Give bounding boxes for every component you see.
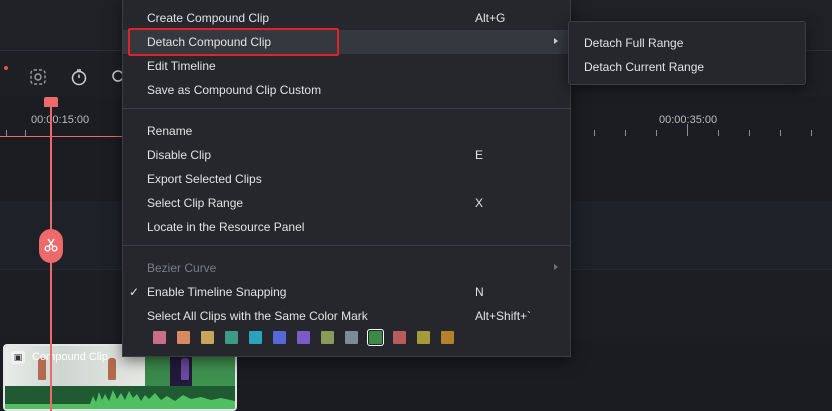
menu-item-bezier-curve: Bezier Curve bbox=[123, 256, 570, 280]
color-mark-swatch[interactable] bbox=[393, 331, 406, 344]
menu-item-label: Edit Timeline bbox=[147, 59, 216, 73]
menu-item-shortcut: N bbox=[475, 285, 484, 299]
color-mark-swatch[interactable] bbox=[273, 331, 286, 344]
clip-title: Compound Clip bbox=[32, 351, 108, 363]
compound-clip-icon: ▣ bbox=[11, 351, 25, 364]
menu-item-rename[interactable]: Rename bbox=[123, 119, 570, 143]
color-mark-swatch[interactable] bbox=[321, 331, 334, 344]
menu-item-select-clip-range[interactable]: Select Clip Range X bbox=[123, 191, 570, 215]
ruler-tick bbox=[594, 130, 595, 136]
playhead-handle[interactable] bbox=[44, 97, 58, 107]
submenu-item-detach-full-range[interactable]: Detach Full Range bbox=[569, 31, 805, 55]
color-mark-swatch[interactable] bbox=[345, 331, 358, 344]
ruler-tick bbox=[749, 130, 750, 136]
menu-item-export-selected-clips[interactable]: Export Selected Clips bbox=[123, 167, 570, 191]
ruler-label-1: 00:00:15:00 bbox=[31, 114, 90, 126]
menu-item-locate-resource-panel[interactable]: Locate in the Resource Panel bbox=[123, 215, 570, 239]
menu-item-label: Save as Compound Clip Custom bbox=[147, 83, 322, 97]
menu-item-create-compound-clip[interactable]: Create Compound Clip Alt+G bbox=[123, 6, 570, 30]
submenu-arrow-icon bbox=[554, 264, 558, 270]
menu-item-shortcut: Alt+G bbox=[475, 11, 506, 25]
menu-item-select-same-color[interactable]: Select All Clips with the Same Color Mar… bbox=[123, 304, 570, 328]
audio-waveform bbox=[5, 386, 235, 409]
color-mark-swatch[interactable] bbox=[201, 331, 214, 344]
menu-item-label: Locate in the Resource Panel bbox=[147, 220, 305, 234]
ruler-tick bbox=[687, 124, 688, 136]
menu-item-shortcut: Alt+Shift+` bbox=[475, 309, 532, 323]
ruler-tick bbox=[656, 130, 657, 136]
menu-divider bbox=[123, 245, 570, 246]
menu-divider bbox=[123, 108, 570, 109]
color-mark-swatch[interactable] bbox=[153, 331, 166, 344]
menu-item-edit-timeline[interactable]: Edit Timeline bbox=[123, 54, 570, 78]
submenu-arrow-icon bbox=[554, 38, 558, 44]
menu-item-label: Select All Clips with the Same Color Mar… bbox=[147, 309, 368, 323]
speed-timer-icon[interactable] bbox=[70, 68, 88, 86]
menu-item-label: Create Compound Clip bbox=[147, 11, 270, 25]
detach-submenu: Detach Full Range Detach Current Range bbox=[568, 21, 806, 85]
scissors-icon bbox=[43, 237, 59, 256]
submenu-item-label: Detach Current Range bbox=[584, 60, 705, 74]
color-mark-swatch[interactable] bbox=[297, 331, 310, 344]
color-mark-swatch[interactable] bbox=[417, 331, 430, 344]
split-scissors-button[interactable] bbox=[39, 229, 63, 263]
menu-item-label: Select Clip Range bbox=[147, 196, 244, 210]
menu-item-label: Rename bbox=[147, 124, 193, 138]
checkmark-icon: ✓ bbox=[129, 285, 140, 299]
menu-item-label: Bezier Curve bbox=[147, 261, 217, 275]
menu-item-label: Disable Clip bbox=[147, 148, 212, 162]
playhead-guide bbox=[0, 136, 122, 137]
ruler-tick bbox=[625, 130, 626, 136]
auto-reframe-icon[interactable] bbox=[29, 68, 47, 86]
submenu-item-detach-current-range[interactable]: Detach Current Range bbox=[569, 55, 805, 79]
ruler-tick bbox=[811, 130, 812, 136]
menu-item-disable-clip[interactable]: Disable Clip E bbox=[123, 143, 570, 167]
menu-item-label: Enable Timeline Snapping bbox=[147, 285, 287, 299]
menu-item-label: Export Selected Clips bbox=[147, 172, 262, 186]
color-mark-swatch[interactable] bbox=[249, 331, 262, 344]
menu-item-enable-timeline-snapping[interactable]: ✓ Enable Timeline Snapping N bbox=[123, 280, 570, 304]
ruler-tick bbox=[780, 130, 781, 136]
menu-item-shortcut: X bbox=[475, 196, 484, 210]
record-indicator-icon bbox=[4, 66, 8, 70]
color-mark-swatch[interactable] bbox=[225, 331, 238, 344]
ruler-label-2: 00:00:35:00 bbox=[659, 114, 718, 126]
submenu-item-label: Detach Full Range bbox=[584, 36, 684, 50]
menu-item-save-compound-custom[interactable]: Save as Compound Clip Custom bbox=[123, 78, 570, 102]
highlight-annotation-box bbox=[128, 28, 339, 56]
color-mark-swatch[interactable] bbox=[441, 331, 454, 344]
menu-item-shortcut: E bbox=[475, 148, 484, 162]
color-mark-swatch[interactable] bbox=[367, 329, 384, 346]
color-mark-swatch[interactable] bbox=[177, 331, 190, 344]
ruler-tick bbox=[718, 130, 719, 136]
